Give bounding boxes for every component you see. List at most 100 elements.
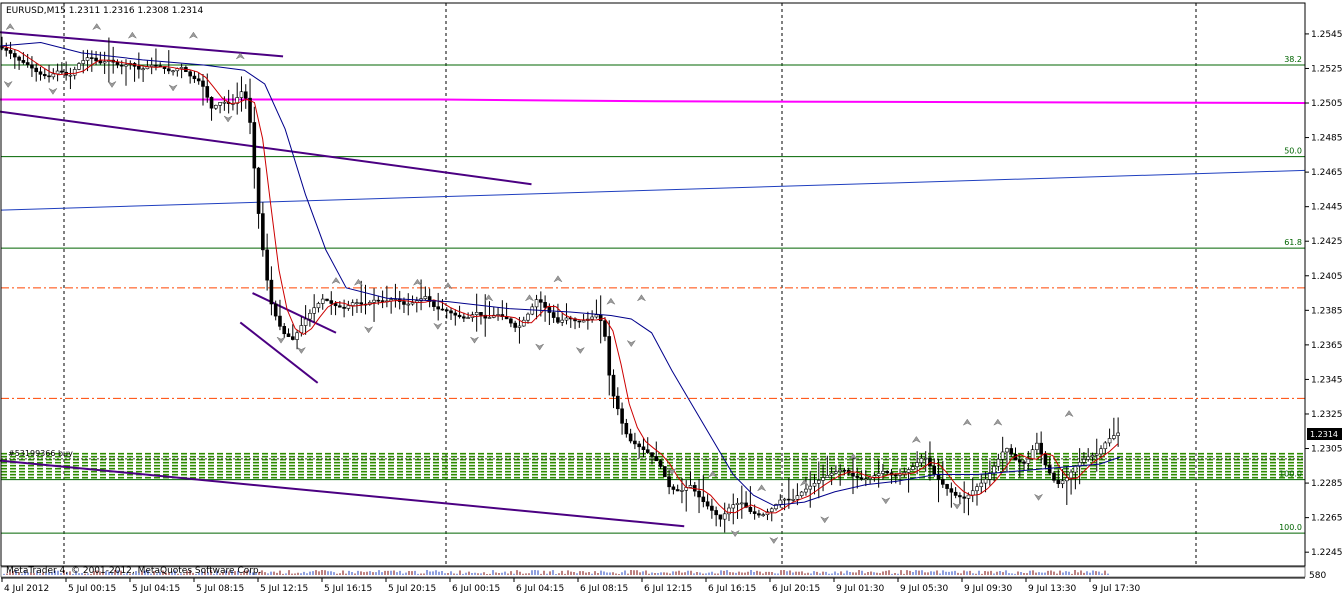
candle-body: [821, 477, 825, 481]
chart-background: [0, 0, 1342, 595]
current-price-label: 1.2314: [1310, 430, 1338, 439]
candle-body: [872, 475, 877, 478]
candle-body: [252, 122, 257, 169]
y-tick-label: 1.2445: [1311, 203, 1342, 213]
fib-level-label: 50.0: [1284, 147, 1302, 156]
candle-body: [47, 75, 51, 78]
candle-body: [551, 312, 556, 318]
candle-body: [919, 458, 924, 463]
y-tick-label: 1.2305: [1311, 445, 1342, 455]
x-tick-label: 9 Jul 13:30: [1028, 584, 1077, 594]
x-tick-label: 6 Jul 16:15: [708, 584, 756, 594]
candle-body: [453, 312, 458, 316]
candle-body: [290, 336, 295, 340]
x-tick-label: 4 Jul 2012: [4, 584, 49, 594]
candle-body: [970, 490, 975, 496]
candle-body: [218, 102, 222, 106]
candle-body: [1082, 459, 1086, 463]
candle-body: [547, 307, 552, 313]
candle-body: [842, 469, 847, 472]
candle-body: [697, 490, 701, 498]
candle-body: [966, 494, 971, 499]
x-tick-label: 5 Jul 08:15: [196, 584, 244, 594]
candle-body: [320, 298, 325, 304]
candle-body: [38, 71, 43, 75]
candle-body: [444, 309, 449, 312]
x-tick-label: 6 Jul 08:15: [580, 584, 628, 594]
candle-body: [222, 101, 227, 104]
candle-body: [633, 440, 637, 445]
y-tick-label: 1.2385: [1311, 306, 1342, 316]
candle-body: [598, 314, 603, 322]
fib-level-label: 38.2: [1284, 55, 1302, 64]
candle-body: [239, 91, 244, 98]
candle-body: [496, 314, 500, 316]
candle-body: [735, 502, 740, 506]
candle-body: [1107, 438, 1112, 444]
candle-body: [761, 514, 765, 516]
candle-body: [282, 326, 287, 335]
x-tick-label: 9 Jul 09:30: [964, 584, 1013, 594]
candle-body: [983, 479, 988, 484]
candle-body: [748, 506, 753, 512]
candle-body: [940, 478, 945, 485]
candle-body: [795, 495, 800, 500]
candle-body: [906, 469, 911, 473]
candle-body: [265, 249, 269, 281]
bottom-right-label: 580: [1309, 571, 1326, 581]
x-tick-label: 6 Jul 12:15: [644, 584, 692, 594]
candle-body: [923, 457, 928, 460]
candle-body: [312, 307, 316, 314]
candle-body: [517, 325, 522, 328]
candle-body: [449, 310, 453, 314]
y-tick-label: 1.2425: [1311, 237, 1342, 247]
y-tick-label: 1.2405: [1311, 272, 1342, 282]
price-chart[interactable]: 38.2 50.0 61.8 100.0 100.0 1.2545 1.2525 1.250…: [0, 0, 1342, 595]
x-tick-label: 6 Jul 04:15: [516, 584, 564, 594]
candle-body: [8, 50, 13, 54]
candle-body: [526, 313, 530, 321]
candle-body: [650, 452, 654, 457]
candle-body: [714, 510, 718, 516]
candle-body: [81, 60, 86, 64]
candle-body: [457, 314, 462, 318]
candle-body: [607, 336, 612, 376]
candle-body: [1069, 471, 1073, 479]
candle-body: [436, 306, 440, 310]
candle-body: [286, 333, 291, 337]
candle-body: [893, 474, 898, 477]
candle-body: [881, 470, 885, 474]
candle-body: [718, 514, 723, 520]
candle-body: [752, 511, 757, 514]
candle-body: [543, 302, 547, 308]
x-tick-label: 5 Jul 20:15: [388, 584, 436, 594]
x-tick-label: 9 Jul 01:30: [836, 584, 885, 594]
candle-body: [727, 507, 731, 515]
candle-body: [1052, 472, 1056, 481]
candle-body: [124, 64, 128, 67]
candle-body: [740, 502, 744, 505]
candle-body: [55, 70, 60, 75]
candle-body: [1005, 448, 1009, 453]
y-tick-label: 1.2365: [1311, 341, 1342, 351]
candle-body: [295, 332, 299, 340]
candle-body: [474, 312, 479, 315]
candle-body: [539, 299, 543, 303]
chart-window[interactable]: 38.2 50.0 61.8 100.0 100.0 1.2545 1.2525 1.250…: [0, 0, 1342, 595]
candle-body: [316, 303, 321, 309]
candle-body: [338, 305, 342, 308]
x-tick-label: 6 Jul 20:15: [772, 584, 820, 594]
candle-body: [859, 477, 864, 480]
candle-body: [462, 316, 466, 319]
candle-body: [269, 279, 274, 305]
y-tick-label: 1.2345: [1311, 375, 1342, 385]
candle-body: [667, 476, 671, 488]
candle-body: [834, 471, 838, 474]
candle-body: [355, 302, 359, 304]
candle-body: [137, 66, 141, 70]
candle-body: [799, 491, 804, 496]
candle-body: [637, 443, 641, 448]
y-tick-label: 1.2265: [1311, 514, 1342, 524]
candle-body: [4, 47, 9, 51]
candle-body: [1039, 442, 1043, 455]
